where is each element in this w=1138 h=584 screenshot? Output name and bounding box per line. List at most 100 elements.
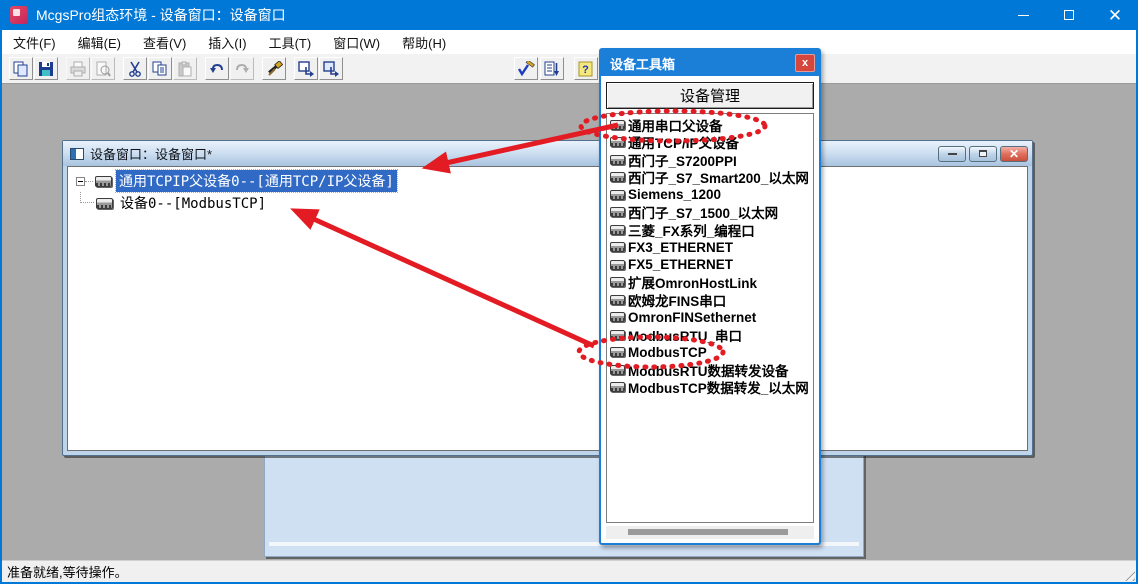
device-toolbox-panel: 设备工具箱 x 设备管理 通用串口父设备 通用TCP/IP父设备 西门子_S72… xyxy=(599,48,821,545)
child-minimize-icon xyxy=(948,153,957,155)
svg-text:?: ? xyxy=(582,64,589,76)
new-button[interactable] xyxy=(9,57,33,80)
device-item[interactable]: 西门子_S7200PPI xyxy=(609,151,813,169)
chip-icon xyxy=(610,330,625,340)
tree-connector xyxy=(85,181,93,182)
cut-button[interactable] xyxy=(123,57,147,80)
paste-button[interactable] xyxy=(173,57,197,80)
status-text: 准备就绪,等待操作。 xyxy=(7,562,128,581)
menu-view[interactable]: 查看(V) xyxy=(132,30,197,55)
chip-icon xyxy=(610,225,625,235)
help-button[interactable]: ? xyxy=(574,57,598,80)
device-item[interactable]: 通用TCP/IP父设备 xyxy=(609,134,813,152)
collapse-icon[interactable] xyxy=(76,177,85,186)
menubar: 文件(F) 编辑(E) 查看(V) 插入(I) 工具(T) 窗口(W) 帮助(H… xyxy=(2,30,1136,54)
device-window: 设备窗口：设备窗口* ✕ 通用TCPIP父设备0--[通用TCP/IP父设备] … xyxy=(62,140,1033,456)
scrollbar-thumb[interactable] xyxy=(628,529,788,535)
toolbox-body: 设备管理 通用串口父设备 通用TCP/IP父设备 西门子_S7200PPI 西门… xyxy=(601,76,819,543)
device-item-modbustcp[interactable]: ModbusTCP xyxy=(609,344,813,362)
chip-icon xyxy=(610,120,625,130)
tree-connector-elbow xyxy=(80,192,94,203)
chip-icon xyxy=(610,365,625,375)
maximize-icon xyxy=(1064,10,1074,20)
device-item[interactable]: ModbusRTU数据转发设备 xyxy=(609,361,813,379)
download-run-icon xyxy=(323,61,340,77)
device-window-controls: ✕ xyxy=(938,146,1028,162)
device-item[interactable]: ModbusRTU_串口 xyxy=(609,326,813,344)
print-button[interactable] xyxy=(66,57,90,80)
child-restore-button[interactable] xyxy=(969,146,997,162)
device-manage-button[interactable]: 设备管理 xyxy=(606,82,814,109)
download-button[interactable] xyxy=(294,57,318,80)
download-run-button[interactable] xyxy=(319,57,343,80)
undo-button[interactable] xyxy=(205,57,229,80)
device-item[interactable]: 扩展OmronHostLink xyxy=(609,274,813,292)
device-item[interactable]: 通用串口父设备 xyxy=(609,116,813,134)
undo-icon xyxy=(209,62,225,76)
toolbox-close-button[interactable]: x xyxy=(795,54,815,72)
menu-help[interactable]: 帮助(H) xyxy=(391,30,457,55)
menu-window[interactable]: 窗口(W) xyxy=(322,30,391,55)
device-item[interactable]: 西门子_S7_Smart200_以太网 xyxy=(609,169,813,187)
device-chip-icon xyxy=(95,176,112,187)
chip-icon xyxy=(610,347,625,357)
window-title: McgsPro组态环境 - 设备窗口：设备窗口 xyxy=(36,5,286,25)
window-controls: ✕ xyxy=(1000,0,1138,30)
device-chip-icon xyxy=(96,198,113,209)
device-item[interactable]: 欧姆龙FINS串口 xyxy=(609,291,813,309)
child-minimize-button[interactable] xyxy=(938,146,966,162)
check-button[interactable] xyxy=(514,57,538,80)
child-restore-icon xyxy=(979,150,987,157)
chip-icon xyxy=(610,155,625,165)
chip-icon xyxy=(610,207,625,217)
save-icon xyxy=(38,61,54,77)
copy-button[interactable] xyxy=(148,57,172,80)
print-preview-icon xyxy=(95,61,111,77)
minimize-button[interactable] xyxy=(1000,0,1046,30)
chip-icon xyxy=(610,172,625,182)
menu-file[interactable]: 文件(F) xyxy=(2,30,67,55)
close-button[interactable]: ✕ xyxy=(1092,0,1138,30)
toolbox-hscrollbar[interactable] xyxy=(606,526,814,539)
chip-icon xyxy=(610,295,625,305)
redo-icon xyxy=(234,62,250,76)
device-list: 通用串口父设备 通用TCP/IP父设备 西门子_S7200PPI 西门子_S7_… xyxy=(606,113,814,523)
help-icon: ? xyxy=(578,61,594,77)
save-button[interactable] xyxy=(34,57,58,80)
toolbox-title: 设备工具箱 xyxy=(610,54,675,73)
new-icon xyxy=(12,61,30,77)
minimize-icon xyxy=(1018,15,1029,16)
redo-button[interactable] xyxy=(230,57,254,80)
tools-icon xyxy=(266,61,283,77)
device-item[interactable]: Siemens_1200 xyxy=(609,186,813,204)
mcgs-logo-icon xyxy=(10,6,28,24)
menu-edit[interactable]: 编辑(E) xyxy=(67,30,132,55)
device-window-icon xyxy=(70,148,84,160)
sort-button[interactable] xyxy=(540,57,564,80)
menu-tools[interactable]: 工具(T) xyxy=(258,30,323,55)
device-item[interactable]: 西门子_S7_1500_以太网 xyxy=(609,204,813,222)
tree-node-parent[interactable]: 通用TCPIP父设备0--[通用TCP/IP父设备] xyxy=(116,170,397,192)
paste-icon xyxy=(177,61,193,77)
print-preview-button[interactable] xyxy=(91,57,115,80)
toolbar: ? xyxy=(2,54,1136,84)
maximize-button[interactable] xyxy=(1046,0,1092,30)
tree-node-child[interactable]: 设备0--[ModbusTCP] xyxy=(117,192,269,214)
toolbox-titlebar[interactable]: 设备工具箱 x xyxy=(601,50,819,76)
device-window-titlebar[interactable]: 设备窗口：设备窗口* ✕ xyxy=(63,141,1032,166)
device-item[interactable]: OmronFINSethernet xyxy=(609,309,813,327)
app-window: McgsPro组态环境 - 设备窗口：设备窗口 ✕ 文件(F) 编辑(E) 查看… xyxy=(0,0,1138,584)
device-item[interactable]: ModbusTCP数据转发_以太网 xyxy=(609,379,813,397)
tree-row-parent[interactable]: 通用TCPIP父设备0--[通用TCP/IP父设备] xyxy=(74,170,1027,192)
tree-row-child[interactable]: 设备0--[ModbusTCP] xyxy=(74,192,1027,214)
device-item[interactable]: 三菱_FX系列_编程口 xyxy=(609,221,813,239)
tools-button[interactable] xyxy=(262,57,286,80)
check-icon xyxy=(517,61,535,77)
menu-insert[interactable]: 插入(I) xyxy=(197,30,257,55)
cut-icon xyxy=(127,61,143,77)
device-item[interactable]: FX3_ETHERNET xyxy=(609,239,813,257)
device-window-title: 设备窗口：设备窗口* xyxy=(90,144,212,163)
resize-grip-icon[interactable] xyxy=(1121,567,1135,581)
device-item[interactable]: FX5_ETHERNET xyxy=(609,256,813,274)
child-close-button[interactable]: ✕ xyxy=(1000,146,1028,162)
